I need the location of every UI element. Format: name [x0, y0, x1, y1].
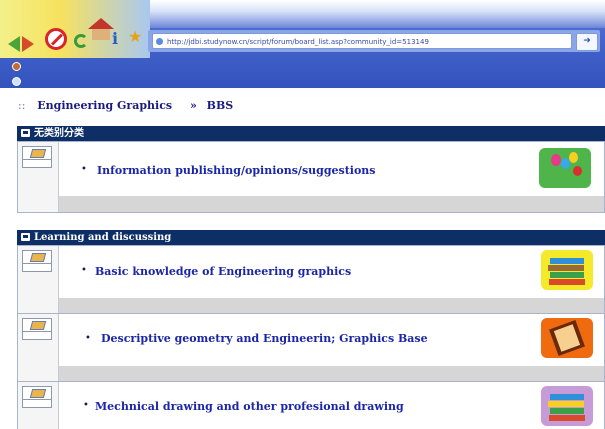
breadcrumb: :: Engineering Graphics » BBS: [18, 99, 233, 112]
book-stack-icon[interactable]: [541, 250, 593, 290]
board-row-footer: [59, 298, 604, 314]
section-heading: Learning and discussing: [34, 232, 172, 243]
browser-toolbar: i ★ http://jdbi.studynow.cn/script/forum…: [0, 0, 605, 88]
board-row-footer: [59, 196, 604, 212]
favorites-star-icon[interactable]: ★: [128, 28, 142, 46]
info-icon[interactable]: i: [112, 30, 126, 48]
breadcrumb-arrow: »: [189, 99, 197, 112]
breadcrumb-separator: ::: [18, 99, 26, 112]
side-bullet-icon: [12, 77, 21, 86]
breadcrumb-item-bbs[interactable]: BBS: [207, 99, 234, 112]
board-row: • Information publishing/opinions/sugges…: [17, 141, 605, 213]
address-input[interactable]: http://jdbi.studynow.cn/script/forum/boa…: [152, 33, 572, 49]
board-row: • Mechnical drawing and other profesiona…: [17, 381, 605, 429]
section-header: Learning and discussing: [17, 230, 605, 245]
section-icon: [21, 129, 30, 137]
address-bar: http://jdbi.studynow.cn/script/forum/boa…: [148, 30, 600, 52]
address-url: http://jdbi.studynow.cn/script/forum/boa…: [167, 38, 429, 46]
book-stack-icon[interactable]: [541, 386, 593, 426]
board-row: • Descriptive geometry and Engineerin; G…: [17, 313, 605, 383]
board-bullet: •: [83, 400, 89, 411]
board-title-link[interactable]: Basic knowledge of Engineering graphics: [95, 265, 351, 278]
board-bullet: •: [81, 265, 87, 276]
section-heading: 无类别分类: [34, 128, 84, 139]
breadcrumb-item-engineering-graphics[interactable]: Engineering Graphics: [37, 99, 172, 112]
page-globe-icon: [156, 38, 163, 45]
section-header: 无类别分类: [17, 126, 605, 141]
board-row: • Basic knowledge of Engineering graphic…: [17, 245, 605, 315]
board-bullet: •: [81, 164, 87, 175]
board-folder-icon: [22, 146, 52, 168]
open-book-icon[interactable]: [541, 318, 593, 358]
board-title-link[interactable]: Descriptive geometry and Engineerin; Gra…: [101, 332, 428, 345]
board-row-footer: [59, 366, 604, 382]
balloons-icon[interactable]: [539, 148, 591, 188]
board-title-link[interactable]: Information publishing/opinions/suggesti…: [97, 164, 376, 177]
board-folder-icon: [22, 318, 52, 340]
board-bullet: •: [85, 333, 91, 344]
section-icon: [21, 233, 30, 241]
forward-arrow-icon[interactable]: [22, 36, 34, 52]
board-folder-icon: [22, 386, 52, 408]
board-title-link[interactable]: Mechnical drawing and other profesional …: [95, 400, 404, 413]
refresh-icon[interactable]: [74, 34, 88, 48]
go-button[interactable]: ➜: [576, 33, 598, 51]
side-bullet-icon: [12, 62, 21, 71]
home-icon[interactable]: [88, 18, 114, 40]
stop-icon[interactable]: [45, 28, 67, 50]
back-arrow-icon[interactable]: [8, 36, 20, 52]
board-folder-icon: [22, 250, 52, 272]
